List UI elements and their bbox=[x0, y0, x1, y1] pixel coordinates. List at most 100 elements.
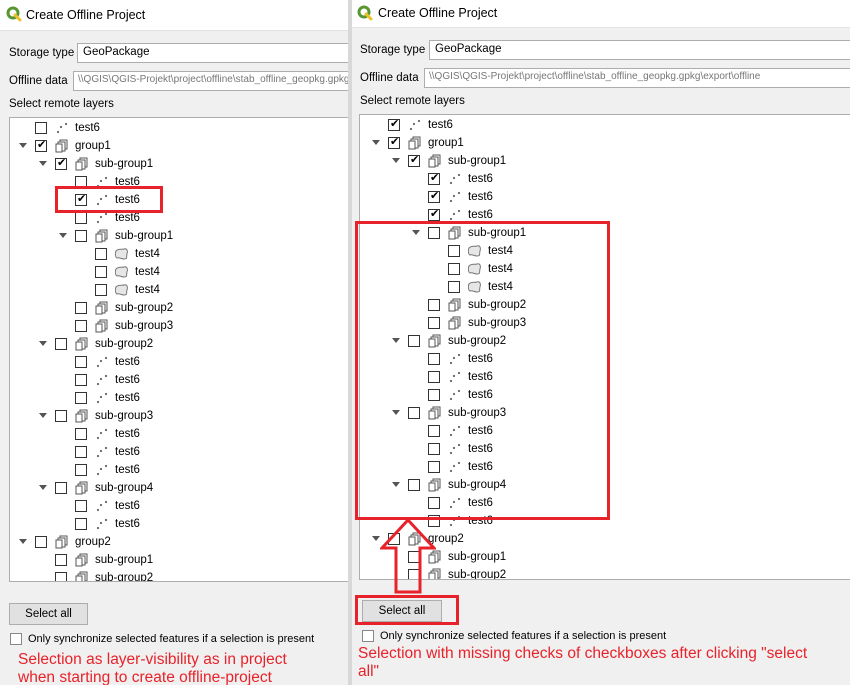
tree-row[interactable]: test6 bbox=[10, 372, 348, 390]
tree-row[interactable]: ✔ test6 bbox=[360, 171, 850, 189]
tree-row[interactable]: sub-group1 bbox=[10, 552, 348, 570]
tree-row[interactable]: test4 bbox=[10, 246, 348, 264]
tree-row-label: test6 bbox=[115, 464, 140, 476]
sync-selected-checkbox[interactable] bbox=[362, 630, 374, 642]
expand-arrow-icon[interactable] bbox=[392, 158, 400, 163]
layer-checkbox[interactable] bbox=[55, 482, 67, 494]
offline-data-input[interactable]: \\QGIS\QGIS-Projekt\project\offline\stab… bbox=[424, 68, 850, 88]
tree-row[interactable]: ✔ sub-group1 bbox=[360, 153, 850, 171]
sync-selected-label: Only synchronize selected features if a … bbox=[380, 630, 667, 642]
layer-checkbox[interactable]: ✔ bbox=[428, 208, 440, 221]
layer-checkbox[interactable] bbox=[75, 356, 87, 368]
layer-checkbox[interactable] bbox=[75, 320, 87, 332]
expand-arrow-icon[interactable] bbox=[39, 485, 47, 490]
tree-row[interactable]: test4 bbox=[10, 264, 348, 282]
layer-checkbox[interactable] bbox=[75, 230, 87, 242]
expand-arrow-icon[interactable] bbox=[59, 233, 67, 238]
tree-row[interactable]: sub-group3 bbox=[10, 318, 348, 336]
layer-checkbox[interactable] bbox=[35, 536, 47, 548]
polygon-layer-icon bbox=[115, 284, 128, 296]
tree-row[interactable]: ✔ test6 bbox=[360, 189, 850, 207]
layer-checkbox[interactable] bbox=[75, 374, 87, 386]
tree-row[interactable]: test4 bbox=[10, 282, 348, 300]
layer-checkbox[interactable]: ✔ bbox=[55, 157, 67, 170]
tree-row[interactable]: ✔ test6 bbox=[360, 117, 850, 135]
tree-row[interactable]: ✔ sub-group1 bbox=[10, 156, 348, 174]
layer-checkbox[interactable] bbox=[95, 266, 107, 278]
tree-row[interactable]: test6 bbox=[10, 390, 348, 408]
storage-type-combo[interactable]: GeoPackage bbox=[429, 40, 850, 60]
layer-checkbox[interactable]: ✔ bbox=[388, 136, 400, 149]
group-icon bbox=[95, 229, 108, 243]
layer-checkbox[interactable]: ✔ bbox=[35, 139, 47, 152]
tree-row[interactable]: test6 bbox=[10, 120, 348, 138]
offline-data-input[interactable]: \\QGIS\QGIS-Projekt\project\offline\stab… bbox=[73, 71, 348, 91]
layer-checkbox[interactable]: ✔ bbox=[408, 154, 420, 167]
point-layer-icon bbox=[449, 191, 461, 203]
layer-checkbox[interactable]: ✔ bbox=[428, 190, 440, 203]
tree-row-label: test6 bbox=[115, 392, 140, 404]
tree-row-label: sub-group2 bbox=[95, 572, 154, 582]
layer-checkbox[interactable] bbox=[75, 392, 87, 404]
layer-checkbox[interactable] bbox=[75, 302, 87, 314]
sync-selected-row[interactable]: Only synchronize selected features if a … bbox=[362, 629, 692, 645]
expand-arrow-icon[interactable] bbox=[39, 413, 47, 418]
tree-row-label: sub-group1 bbox=[448, 551, 507, 563]
layer-checkbox[interactable] bbox=[75, 212, 87, 224]
layer-checkbox[interactable] bbox=[55, 554, 67, 566]
point-layer-icon bbox=[96, 392, 108, 404]
check-mark-icon: ✔ bbox=[390, 118, 400, 130]
tree-row[interactable]: ✔ group1 bbox=[360, 135, 850, 153]
tree-row[interactable]: test6 bbox=[10, 444, 348, 462]
point-layer-icon bbox=[449, 173, 461, 185]
layer-checkbox[interactable]: ✔ bbox=[428, 172, 440, 185]
tree-row[interactable]: group2 bbox=[10, 534, 348, 552]
select-all-button[interactable]: Select all bbox=[9, 603, 88, 625]
tree-row[interactable]: test6 bbox=[10, 426, 348, 444]
sync-selected-checkbox[interactable] bbox=[10, 633, 22, 645]
expand-arrow-icon[interactable] bbox=[39, 161, 47, 166]
tree-row[interactable]: test6 bbox=[10, 354, 348, 372]
expand-arrow-icon[interactable] bbox=[372, 536, 380, 541]
storage-type-value: GeoPackage bbox=[83, 46, 150, 58]
point-layer-icon bbox=[96, 500, 108, 512]
group-icon bbox=[408, 136, 421, 150]
layer-checkbox[interactable]: ✔ bbox=[388, 118, 400, 131]
expand-arrow-icon[interactable] bbox=[19, 143, 27, 148]
expand-arrow-icon[interactable] bbox=[372, 140, 380, 145]
tree-row[interactable]: sub-group2 bbox=[10, 336, 348, 354]
window-title: Create Offline Project bbox=[378, 6, 498, 20]
layer-checkbox[interactable] bbox=[55, 572, 67, 581]
layer-checkbox[interactable] bbox=[35, 122, 47, 134]
layer-checkbox[interactable] bbox=[75, 518, 87, 530]
tree-row[interactable]: test6 bbox=[10, 462, 348, 480]
tree-row[interactable]: sub-group3 bbox=[10, 408, 348, 426]
layer-checkbox[interactable] bbox=[75, 446, 87, 458]
tree-row[interactable]: test6 bbox=[10, 516, 348, 534]
tree-row[interactable]: sub-group4 bbox=[10, 480, 348, 498]
layer-checkbox[interactable] bbox=[55, 410, 67, 422]
layer-checkbox[interactable] bbox=[55, 338, 67, 350]
storage-type-combo[interactable]: GeoPackage bbox=[77, 43, 348, 63]
check-mark-icon: ✔ bbox=[430, 190, 440, 202]
tree-row[interactable]: sub-group1 bbox=[10, 228, 348, 246]
check-mark-icon: ✔ bbox=[57, 157, 67, 169]
layer-checkbox[interactable] bbox=[75, 500, 87, 512]
qgis-logo-icon bbox=[6, 6, 22, 22]
tree-row[interactable]: test6 bbox=[10, 498, 348, 516]
tree-row-label: sub-group1 bbox=[95, 158, 154, 170]
group-icon bbox=[428, 154, 441, 168]
expand-arrow-icon[interactable] bbox=[39, 341, 47, 346]
tree-row[interactable]: sub-group2 bbox=[10, 300, 348, 318]
layer-checkbox[interactable] bbox=[75, 428, 87, 440]
layer-checkbox[interactable] bbox=[95, 284, 107, 296]
point-layer-icon bbox=[96, 464, 108, 476]
tree-row-label: sub-group2 bbox=[448, 569, 507, 580]
expand-arrow-icon[interactable] bbox=[19, 539, 27, 544]
tree-row-label: sub-group1 bbox=[95, 554, 154, 566]
sync-selected-row[interactable]: Only synchronize selected features if a … bbox=[10, 632, 340, 648]
layer-checkbox[interactable] bbox=[75, 464, 87, 476]
layer-checkbox[interactable] bbox=[95, 248, 107, 260]
tree-row[interactable]: sub-group2 bbox=[10, 570, 348, 582]
tree-row[interactable]: ✔ group1 bbox=[10, 138, 348, 156]
